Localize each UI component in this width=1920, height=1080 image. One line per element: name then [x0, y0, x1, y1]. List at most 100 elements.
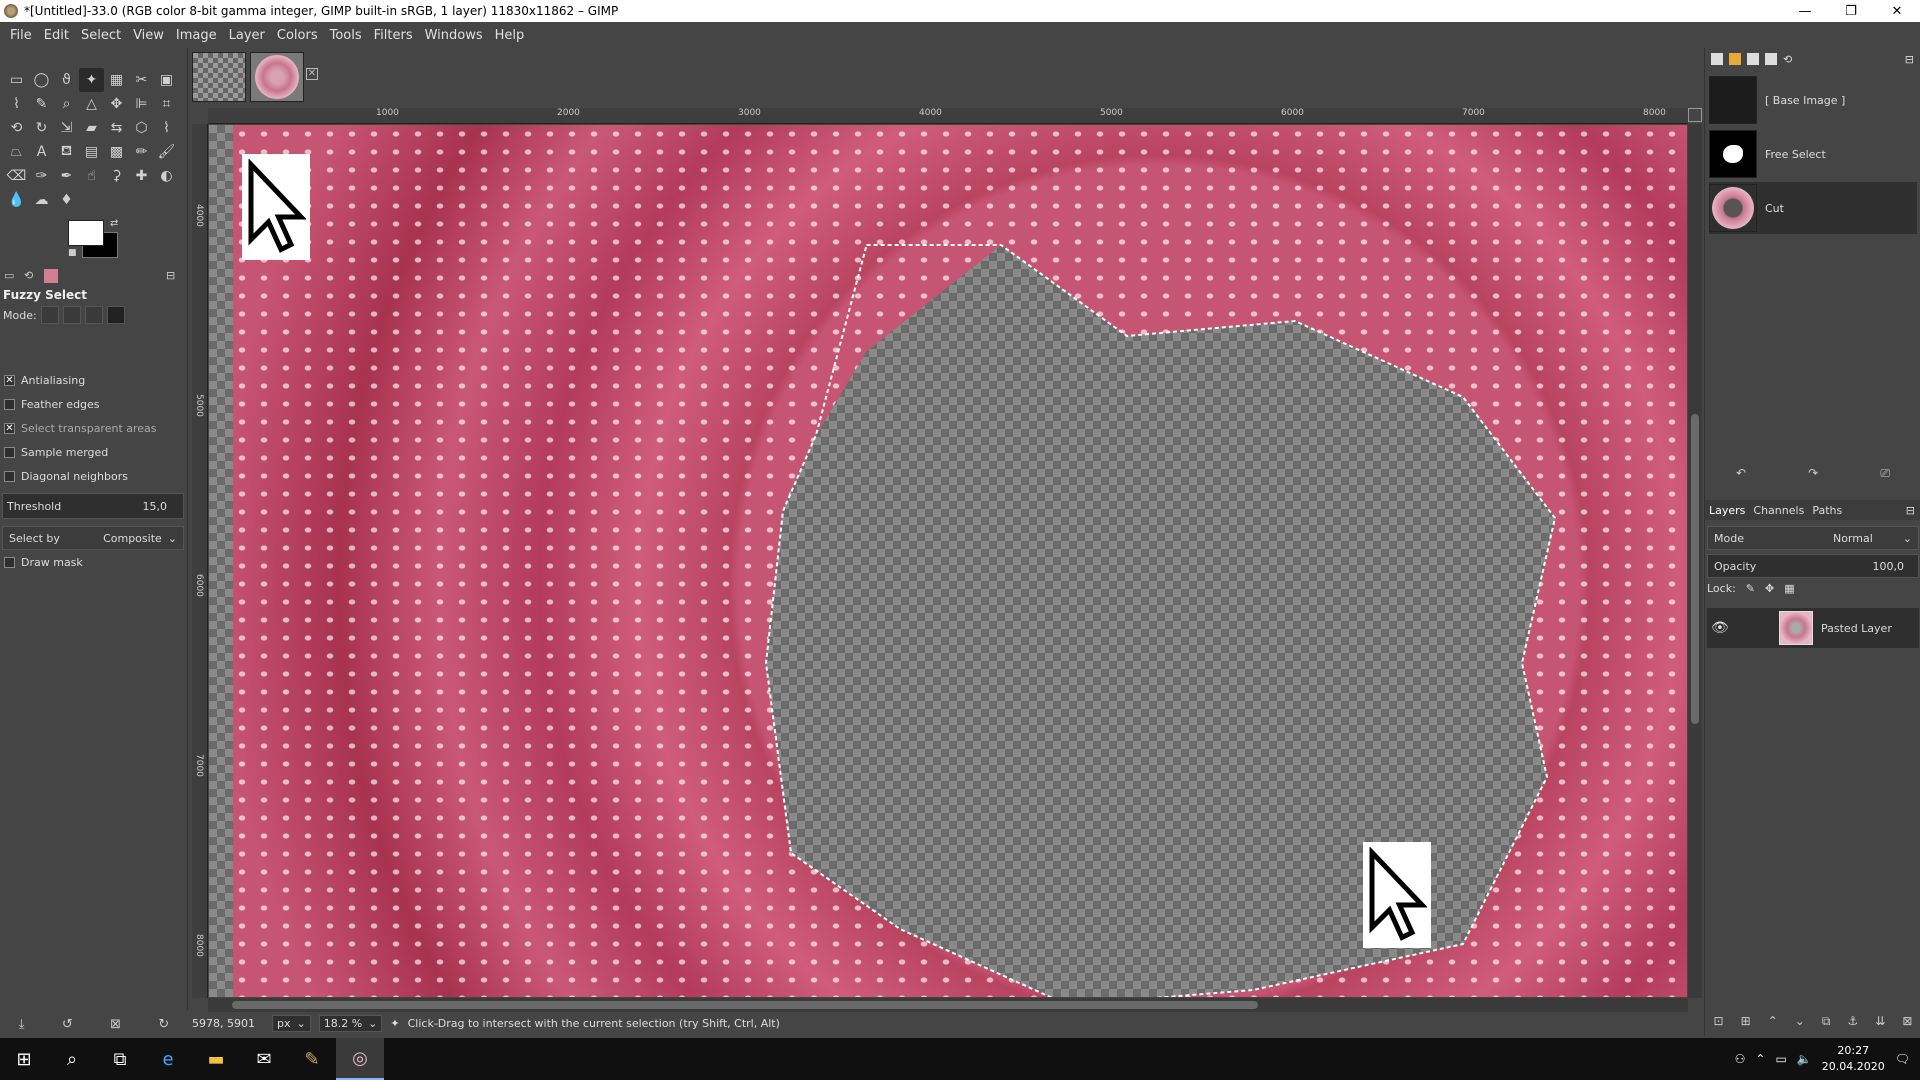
rect-select-tool-icon[interactable]: ▭ [4, 68, 29, 92]
checkbox-box[interactable]: ✕ [4, 423, 15, 434]
restore-options-icon[interactable]: ↺ [62, 1017, 73, 1032]
gimp-pinned-icon[interactable]: ✎ [288, 1038, 336, 1080]
unit-value[interactable]: px [277, 1017, 291, 1030]
tab-channels[interactable]: Channels [1753, 504, 1804, 517]
checkbox-box[interactable] [4, 557, 15, 568]
mode-subtract-button[interactable] [84, 306, 103, 324]
action-center-icon[interactable]: 🗨 [1895, 1052, 1910, 1066]
clear-history-icon[interactable]: ⎚ [1880, 466, 1890, 486]
threshold-spinner[interactable]: Threshold 15,0 [2, 493, 184, 519]
document-history-tab-icon[interactable] [1765, 53, 1777, 65]
patterns-tab-icon[interactable] [1729, 53, 1741, 65]
task-view-icon[interactable]: ⧉ [96, 1038, 144, 1080]
measure-tool-icon[interactable]: △ [79, 92, 104, 116]
unified-transform-tool-icon[interactable]: ⟲ [4, 116, 29, 140]
airbrush-tool-icon[interactable]: ✑ [29, 164, 54, 188]
select-by-value[interactable]: Composite [103, 532, 162, 545]
checkbox-box[interactable] [4, 447, 15, 458]
network-icon[interactable]: ▭ [1775, 1052, 1786, 1066]
mypaint-brush-tool-icon[interactable]: ▩ [104, 140, 129, 164]
layer-row-pasted-layer[interactable]: 👁 Pasted Layer [1707, 608, 1919, 648]
undo-item-free-select[interactable]: Free Select [1709, 128, 1917, 180]
reset-options-icon[interactable]: ↻ [158, 1017, 169, 1032]
layer-mode-dropdown[interactable]: Mode Normal ⌄ [1707, 526, 1919, 550]
gradient-tool-icon[interactable]: ▤ [79, 140, 104, 164]
configure-tab-icon[interactable]: ⊟ [166, 269, 180, 283]
select-transparent-checkbox[interactable]: ✕ Select transparent areas [4, 422, 157, 435]
zoom-tool-icon[interactable]: ⌕ [54, 92, 79, 116]
close-image-tab-icon[interactable]: ✕ [306, 68, 318, 80]
menu-edit[interactable]: Edit [38, 28, 75, 43]
foreground-select-tool-icon[interactable]: ▣ [154, 68, 179, 92]
menu-select[interactable]: Select [75, 28, 127, 43]
volume-icon[interactable]: 🔈 [1797, 1052, 1812, 1066]
checkbox-box[interactable] [4, 471, 15, 482]
paintbrush-tool-icon[interactable]: 🖌 [154, 140, 179, 164]
vertical-scrollbar[interactable] [1688, 124, 1702, 998]
tool-options-tab-icon[interactable]: ▭ [4, 269, 18, 283]
reset-colors-icon[interactable]: ■ [68, 248, 77, 258]
draw-mask-checkbox[interactable]: Draw mask [4, 556, 83, 569]
checkbox-box[interactable] [4, 399, 15, 410]
chevron-down-icon[interactable]: ⌄ [297, 1017, 306, 1030]
configure-tab-icon[interactable]: ⊟ [1906, 504, 1915, 517]
menu-help[interactable]: Help [489, 28, 531, 43]
menu-tools[interactable]: Tools [324, 28, 368, 43]
edge-browser-icon[interactable]: e [144, 1038, 192, 1080]
delete-layer-icon[interactable]: ⊠ [1902, 1014, 1912, 1034]
shear-tool-icon[interactable]: ▰ [79, 116, 104, 140]
lock-pixels-icon[interactable]: ✎ [1746, 582, 1755, 595]
dodge-tool-icon[interactable]: ♦ [54, 188, 79, 212]
lock-alpha-icon[interactable]: ▦ [1784, 582, 1794, 595]
rotate-tool-icon[interactable]: ↻ [29, 116, 54, 140]
close-button[interactable]: ✕ [1874, 0, 1920, 22]
perspective-tool-icon[interactable]: ⏢ [4, 140, 29, 164]
antialiasing-checkbox[interactable]: ✕ Antialiasing [4, 374, 85, 387]
sample-merged-checkbox[interactable]: Sample merged [4, 446, 108, 459]
diagonal-neighbors-checkbox[interactable]: Diagonal neighbors [4, 470, 128, 483]
feather-edges-checkbox[interactable]: Feather edges [4, 398, 100, 411]
undo-item-cut[interactable]: Cut [1709, 182, 1917, 234]
images-tab-icon[interactable] [44, 269, 58, 283]
eraser-tool-icon[interactable]: ⌫ [4, 164, 29, 188]
tab-layers[interactable]: Layers [1709, 504, 1745, 517]
unit-dropdown[interactable]: px ⌄ [272, 1014, 311, 1032]
menu-colors[interactable]: Colors [271, 28, 324, 43]
menu-layer[interactable]: Layer [223, 28, 271, 43]
image-tab-untitled-2[interactable] [250, 52, 304, 102]
mode-intersect-button[interactable] [106, 306, 125, 324]
clone-tool-icon[interactable]: ⚳ [104, 164, 129, 188]
redo-icon[interactable]: ↷ [1808, 466, 1818, 486]
scissors-select-tool-icon[interactable]: ✂ [129, 68, 154, 92]
maximize-button[interactable]: ❐ [1828, 0, 1874, 22]
people-icon[interactable]: ⚇ [1735, 1052, 1746, 1066]
tab-paths[interactable]: Paths [1812, 504, 1842, 517]
navigate-icon[interactable] [1688, 108, 1702, 122]
undo-item-base-image[interactable]: [ Base Image ] [1709, 74, 1917, 126]
gimp-taskbar-icon[interactable]: ◎ [336, 1038, 384, 1080]
ink-tool-icon[interactable]: ✒ [54, 164, 79, 188]
cage-transform-tool-icon[interactable]: ⬡ [129, 116, 154, 140]
smudge2-tool-icon[interactable]: ☁ [29, 188, 54, 212]
foreground-color-swatch[interactable] [68, 220, 104, 246]
chevron-down-icon[interactable]: ⌄ [1903, 532, 1912, 545]
fuzzy-select-tool-icon[interactable]: ✦ [79, 68, 104, 92]
blur-tool-icon[interactable]: 💧 [4, 188, 29, 212]
mode-replace-button[interactable] [40, 306, 59, 324]
menu-view[interactable]: View [127, 28, 170, 43]
zoom-value[interactable]: 18.2 % [324, 1017, 362, 1030]
visibility-eye-icon[interactable]: 👁 [1711, 620, 1731, 636]
clock[interactable]: 20:27 20.04.2020 [1822, 1043, 1885, 1075]
menu-windows[interactable]: Windows [419, 28, 489, 43]
move-tool-icon[interactable]: ✥ [104, 92, 129, 116]
layer-name[interactable]: Pasted Layer [1821, 622, 1892, 635]
minimize-button[interactable]: — [1782, 0, 1828, 22]
paths-tool-icon[interactable]: ⌇ [4, 92, 29, 116]
align-tool-icon[interactable]: ⊫ [129, 92, 154, 116]
search-icon[interactable]: ⌕ [48, 1038, 96, 1080]
crop-tool-icon[interactable]: ⌗ [154, 92, 179, 116]
heal-tool-icon[interactable]: ✚ [129, 164, 154, 188]
vertical-scroll-thumb[interactable] [1691, 414, 1699, 724]
mode-add-button[interactable] [62, 306, 81, 324]
menu-file[interactable]: File [4, 28, 38, 43]
